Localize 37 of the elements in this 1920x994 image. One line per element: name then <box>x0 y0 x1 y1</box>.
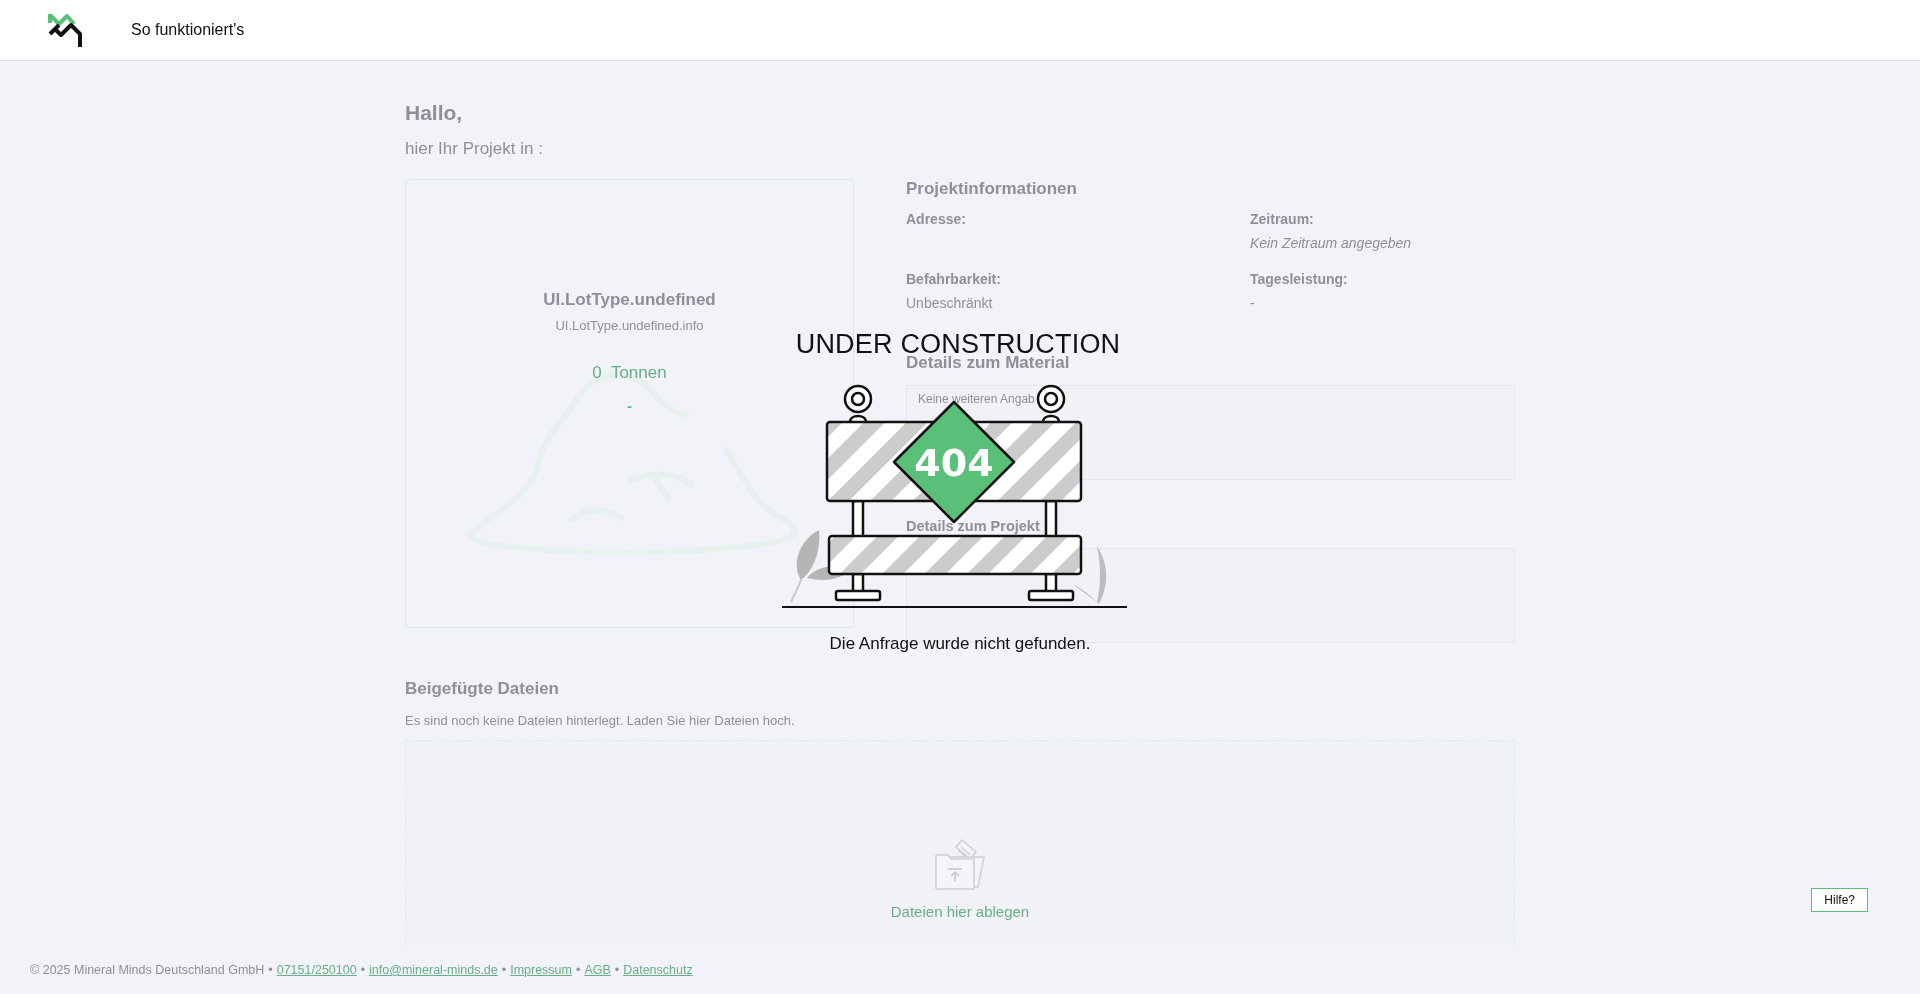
files-description: Es sind noch keine Dateien hinterlegt. Laden Sie hier Dateien hoch. <box>405 713 796 728</box>
file-dropzone[interactable]: Dateien hier ablegen <box>405 740 1515 946</box>
section-title: Projektinformationen <box>906 179 1078 199</box>
footer-link[interactable]: AGB <box>584 963 611 977</box>
lot-amount: 0 Tonnen <box>592 363 667 383</box>
copyright-text: © 2025 Mineral Minds Deutschland GmbH <box>30 963 265 977</box>
lot-type: UI.LotType.undefined <box>543 290 716 310</box>
error-message: Die Anfrage wurde nicht gefunden. <box>829 634 1091 654</box>
field-value: - <box>1250 295 1256 311</box>
field-label: Befahrbarkeit: <box>906 271 1002 287</box>
greeting-subtitle: hier Ihr Projekt in : <box>405 139 544 159</box>
separator: • <box>360 963 366 977</box>
field-value: Kein Zeitraum angegeben <box>1250 235 1413 251</box>
field-label: Zeitraum: <box>1250 211 1315 227</box>
logo-icon[interactable] <box>47 12 83 48</box>
footer-link[interactable]: info@mineral-minds.de <box>369 963 498 977</box>
folder-upload-icon <box>932 837 988 893</box>
section-title: Beigefügte Dateien <box>405 679 560 699</box>
separator: • <box>614 963 620 977</box>
lot-info: UI.LotType.undefined.info <box>555 318 704 333</box>
separator: • <box>268 963 273 977</box>
dropzone-label: Dateien hier ablegen <box>890 903 1030 920</box>
material-details-text: Keine weiteren Angab <box>918 392 1035 406</box>
separator: • <box>501 963 507 977</box>
footer-link[interactable]: 07151/250100 <box>276 963 357 977</box>
nav-link[interactable]: So funktioniert's <box>131 21 245 39</box>
error-code: 404 <box>914 441 994 485</box>
field-label: Tagesleistung: <box>1250 271 1349 287</box>
footer-link[interactable]: Impressum <box>510 963 572 977</box>
field-value: Unbeschränkt <box>906 295 994 311</box>
lot-note: - <box>627 397 632 414</box>
field-label: Adresse: <box>906 211 967 227</box>
footer-link[interactable]: Datenschutz <box>623 963 693 977</box>
separator: • <box>576 963 581 977</box>
section-title: Details zum Projekt <box>906 519 1041 534</box>
help-button[interactable]: Hilfe? <box>1811 888 1868 912</box>
greeting-title: Hallo, <box>405 101 464 125</box>
